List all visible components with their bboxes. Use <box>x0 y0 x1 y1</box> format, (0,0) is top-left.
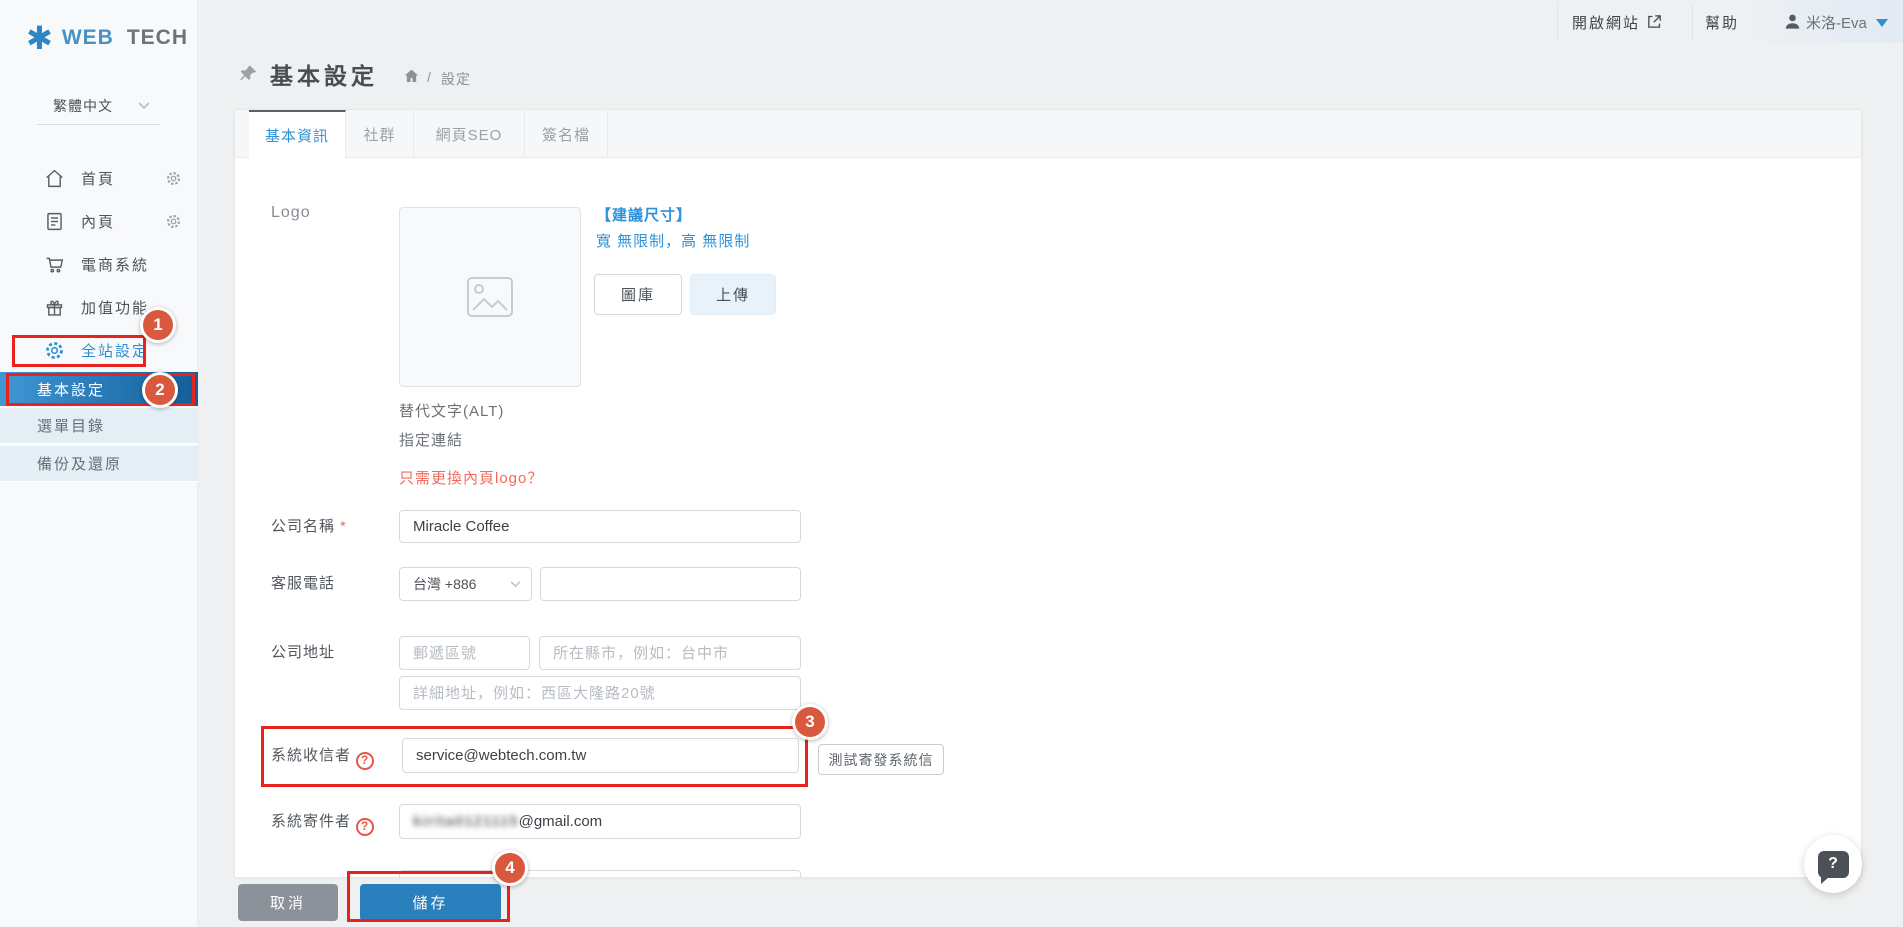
sidebar: ✱ WEB TECH 繁體中文 首頁 內頁 電商系統 加值功能 全站設定 基本設… <box>0 0 198 927</box>
gear-icon[interactable] <box>165 213 182 230</box>
gallery-button[interactable]: 圖庫 <box>594 274 682 315</box>
company-name-input[interactable] <box>399 510 801 543</box>
save-button[interactable]: 儲存 <box>360 884 501 921</box>
cancel-button[interactable]: 取消 <box>238 884 338 921</box>
sidebar-subitem-label: 選單目錄 <box>37 415 105 436</box>
home-icon <box>44 168 65 189</box>
breadcrumb-home-icon[interactable] <box>403 68 420 84</box>
tab-basic-info[interactable]: 基本資訊 <box>249 110 346 158</box>
gift-icon <box>44 297 65 318</box>
required-asterisk: * <box>340 518 347 535</box>
test-send-system-mail-button[interactable]: 測試寄發系統信 <box>818 744 944 775</box>
assign-link-label[interactable]: 指定連結 <box>399 429 463 450</box>
tab-seo[interactable]: 網頁SEO <box>414 110 525 158</box>
breadcrumb-current: 設定 <box>441 69 471 89</box>
header-divider <box>1692 3 1693 40</box>
company-name-label-text: 公司名稱 <box>271 518 335 535</box>
city-input[interactable] <box>539 636 801 670</box>
clipped-input[interactable] <box>399 870 801 878</box>
cart-icon <box>44 254 65 275</box>
chevron-down-icon <box>510 581 521 588</box>
question-help-icon[interactable]: ? <box>356 818 374 836</box>
tab-label: 簽名檔 <box>542 124 590 145</box>
country-code-select[interactable]: 台灣 +886 <box>399 567 532 601</box>
user-name[interactable]: 米洛-Eva <box>1806 12 1867 33</box>
logo-label: Logo <box>271 204 311 222</box>
masked-email-prefix: kirita0121115 <box>413 813 519 830</box>
tab-bar: 基本資訊 社群 網頁SEO 簽名檔 <box>235 110 1861 158</box>
system-receiver-label-text: 系統收信者 <box>271 747 351 764</box>
image-placeholder-icon <box>466 276 514 318</box>
sidebar-item-label: 加值功能 <box>81 297 149 318</box>
service-phone-label: 客服電話 <box>271 567 335 601</box>
tab-label: 社群 <box>363 124 395 145</box>
upload-button[interactable]: 上傳 <box>690 274 776 315</box>
system-receiver-label: 系統收信者? <box>271 738 374 773</box>
help-fab-button[interactable]: ? <box>1804 835 1862 893</box>
gear-icon[interactable] <box>165 170 182 187</box>
country-code-value: 台灣 +886 <box>413 574 476 594</box>
tab-label: 基本資訊 <box>265 125 329 146</box>
zip-code-input[interactable] <box>399 636 530 670</box>
company-name-label: 公司名稱 * <box>271 510 347 543</box>
open-website-link[interactable]: 開啟網站 <box>1572 12 1640 33</box>
company-address-label: 公司地址 <box>271 636 335 670</box>
sidebar-item-ecommerce[interactable]: 電商系統 <box>0 243 198 286</box>
brand-name-secondary: TECH <box>127 26 188 50</box>
question-help-icon[interactable]: ? <box>356 752 374 770</box>
system-receiver-input[interactable] <box>402 738 799 773</box>
suggested-size-value: 寬 無限制，高 無限制 <box>596 230 750 251</box>
sidebar-item-label: 全站設定 <box>81 340 149 361</box>
help-bubble-icon: ? <box>1818 851 1849 878</box>
sidebar-subitem-label: 備份及還原 <box>37 453 122 474</box>
system-sender-label: 系統寄件者? <box>271 804 374 839</box>
alt-text-label[interactable]: 替代文字(ALT) <box>399 400 504 421</box>
pin-icon <box>238 64 258 84</box>
help-bubble-question-mark: ? <box>1828 855 1838 873</box>
detail-address-input[interactable] <box>399 676 801 710</box>
sidebar-item-addons[interactable]: 加值功能 <box>0 286 198 329</box>
system-sender-label-text: 系統寄件者 <box>271 813 351 830</box>
external-link-icon[interactable] <box>1646 13 1663 30</box>
logo-placeholder-box[interactable] <box>399 207 581 387</box>
sidebar-item-inner-pages[interactable]: 內頁 <box>0 200 198 243</box>
suggested-size-title: 【建議尺寸】 <box>596 204 692 225</box>
page-title: 基本設定 <box>270 57 378 91</box>
sidebar-item-label: 內頁 <box>81 211 115 232</box>
tab-signature[interactable]: 簽名檔 <box>525 110 608 158</box>
tab-social[interactable]: 社群 <box>346 110 414 158</box>
help-link[interactable]: 幫助 <box>1705 12 1739 33</box>
sidebar-subitem-label: 基本設定 <box>37 379 105 400</box>
settings-card: 基本資訊 社群 網頁SEO 簽名檔 Logo 【建議尺寸】 寬 無限制，高 無限… <box>234 109 1862 878</box>
language-selector-value: 繁體中文 <box>53 96 113 116</box>
breadcrumb-separator: / <box>427 69 432 85</box>
service-phone-input[interactable] <box>540 567 801 601</box>
sidebar-item-label: 電商系統 <box>81 254 149 275</box>
change-inner-logo-link[interactable]: 只需更換內頁logo？ <box>399 467 543 488</box>
user-icon <box>1783 12 1802 31</box>
language-selector[interactable]: 繁體中文 <box>37 88 160 125</box>
sidebar-subitem-menu-directory[interactable]: 選單目錄 <box>0 408 198 444</box>
user-dropdown-icon[interactable] <box>1876 19 1888 28</box>
chevron-down-icon <box>138 102 150 110</box>
gear-icon <box>44 340 65 361</box>
email-suffix: @gmail.com <box>519 813 603 830</box>
brand-name-primary: WEB <box>62 26 114 50</box>
page-icon <box>44 211 65 232</box>
header-divider <box>1557 3 1558 40</box>
brand-logo[interactable]: ✱ WEB TECH <box>26 22 188 54</box>
brand-asterisk-icon: ✱ <box>26 22 53 54</box>
sidebar-subitem-basic-settings[interactable]: 基本設定 <box>0 372 198 406</box>
sidebar-subitem-backup-restore[interactable]: 備份及還原 <box>0 446 198 482</box>
tab-label: 網頁SEO <box>436 124 503 145</box>
system-sender-input[interactable]: kirita0121115@gmail.com <box>399 804 801 839</box>
sidebar-item-label: 首頁 <box>81 168 115 189</box>
sidebar-item-home[interactable]: 首頁 <box>0 157 198 200</box>
sidebar-item-site-settings[interactable]: 全站設定 <box>0 329 198 372</box>
